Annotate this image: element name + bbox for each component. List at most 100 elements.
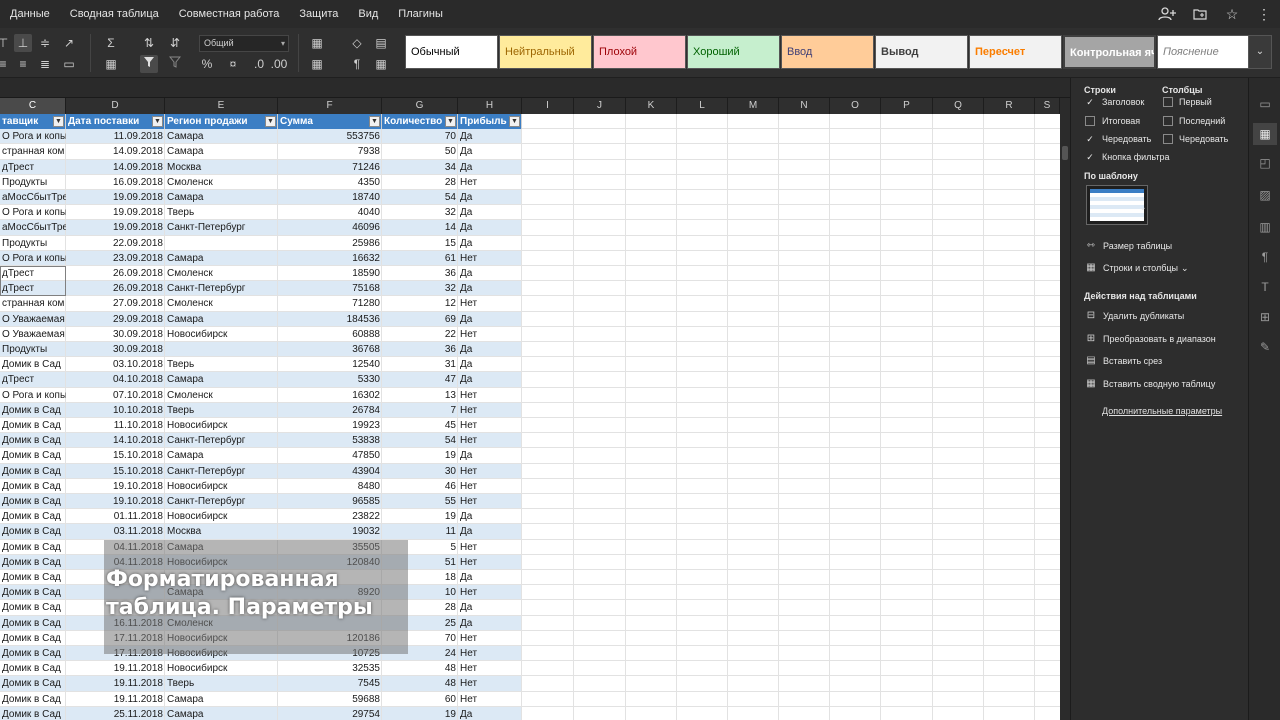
table-cell[interactable]: 16632 — [278, 251, 382, 266]
filter-dropdown-icon[interactable]: ▼ — [445, 116, 456, 127]
table-cell[interactable]: Нет — [458, 175, 522, 190]
table-cell[interactable]: Смоленск — [165, 266, 278, 281]
increase-decimal-icon[interactable]: .00 — [270, 55, 288, 73]
table-cell[interactable]: Домик в Сад — [0, 540, 66, 555]
merge-cells-icon[interactable]: ▭ — [60, 55, 78, 73]
table-cell[interactable]: Да — [458, 205, 522, 220]
table-cell[interactable]: 69 — [382, 312, 458, 327]
filter-dropdown-icon[interactable]: ▼ — [152, 116, 163, 127]
table-cell[interactable]: 53838 — [278, 433, 382, 448]
vertical-scrollbar[interactable] — [1060, 98, 1070, 720]
style-neutral[interactable]: Нейтральный — [499, 35, 592, 69]
table-cell[interactable]: 46096 — [278, 220, 382, 235]
align-bottom-icon[interactable]: ⊥ — [14, 34, 32, 52]
filter-dropdown-icon[interactable]: ▼ — [509, 116, 520, 127]
table-cell[interactable]: 19.09.2018 — [66, 190, 165, 205]
align-right-icon[interactable]: ≡ — [14, 55, 32, 73]
table-cell[interactable]: Самара — [165, 129, 278, 144]
table-cell[interactable]: 50 — [382, 144, 458, 159]
table-cell[interactable]: 31 — [382, 357, 458, 372]
table-cell[interactable]: Да — [458, 524, 522, 539]
insert-pivot-button[interactable]: Вставить сводную таблицу — [1103, 379, 1215, 389]
table-cell[interactable]: 5330 — [278, 372, 382, 387]
format-as-table-icon[interactable]: ▦ — [372, 55, 390, 73]
style-output[interactable]: Вывод — [875, 35, 968, 69]
star-icon[interactable]: ☆ — [1216, 0, 1248, 28]
table-cell[interactable]: 36768 — [278, 342, 382, 357]
table-cell[interactable]: Санкт-Петербург — [165, 494, 278, 509]
table-cell[interactable]: Да — [458, 190, 522, 205]
percent-icon[interactable]: % — [198, 55, 216, 73]
table-cell[interactable]: 4040 — [278, 205, 382, 220]
column-header-r[interactable]: R — [984, 98, 1035, 114]
table-cell[interactable]: 25.11.2018 — [66, 707, 165, 720]
table-settings-icon[interactable]: ▦ — [1253, 123, 1277, 145]
table-cell[interactable]: 184536 — [278, 312, 382, 327]
table-cell[interactable]: 14 — [382, 220, 458, 235]
style-calculation[interactable]: Пересчет — [969, 35, 1062, 69]
filter-icon[interactable] — [140, 55, 158, 73]
formula-bar[interactable] — [0, 78, 1070, 98]
table-cell[interactable]: О Рога и копы — [0, 205, 66, 220]
table-cell[interactable]: Да — [458, 281, 522, 296]
table-cell[interactable]: 8480 — [278, 479, 382, 494]
table-cell[interactable]: 13 — [382, 388, 458, 403]
table-cell[interactable]: Домик в Сад — [0, 676, 66, 691]
column-header-p[interactable]: P — [881, 98, 933, 114]
table-cell[interactable]: 18590 — [278, 266, 382, 281]
column-header-d[interactable]: D — [66, 98, 165, 114]
template-chevron-icon[interactable]: ⌄ — [1139, 202, 1147, 213]
decrease-decimal-icon[interactable]: .0 — [250, 55, 268, 73]
menu-view[interactable]: Вид — [348, 0, 388, 28]
table-cell[interactable]: 15 — [382, 236, 458, 251]
cell-settings-icon[interactable]: ▭ — [1257, 96, 1273, 112]
table-cell[interactable]: Домик в Сад — [0, 600, 66, 615]
column-header-k[interactable]: K — [626, 98, 677, 114]
table-cell[interactable]: дТрест — [0, 372, 66, 387]
table-cell[interactable]: Нет — [458, 251, 522, 266]
column-header-q[interactable]: Q — [933, 98, 984, 114]
sort-ascending-icon[interactable]: ⇅ — [140, 34, 158, 52]
table-cell[interactable]: 28 — [382, 175, 458, 190]
table-cell[interactable]: 15.10.2018 — [66, 448, 165, 463]
table-cell[interactable]: 11.10.2018 — [66, 418, 165, 433]
table-cell[interactable]: Домик в Сад — [0, 509, 66, 524]
table-cell[interactable]: Новосибирск — [165, 479, 278, 494]
table-cell[interactable]: Нет — [458, 692, 522, 707]
style-check-cell[interactable]: Контрольная яче — [1063, 35, 1156, 69]
table-cell[interactable]: Продукты — [0, 236, 66, 251]
table-cell[interactable]: 16302 — [278, 388, 382, 403]
table-cell[interactable]: 30.09.2018 — [66, 342, 165, 357]
table-cell[interactable]: Домик в Сад — [0, 646, 66, 661]
table-cell[interactable]: Да — [458, 570, 522, 585]
table-cell[interactable]: Смоленск — [165, 296, 278, 311]
table-cell[interactable]: 71280 — [278, 296, 382, 311]
filter-dropdown-icon[interactable]: ▼ — [53, 116, 64, 127]
column-header-i[interactable]: I — [522, 98, 574, 114]
more-icon[interactable]: ⋮ — [1248, 0, 1280, 28]
table-cell[interactable]: Домик в Сад — [0, 585, 66, 600]
table-cell[interactable]: странная ком — [0, 296, 66, 311]
table-cell[interactable]: 19.11.2018 — [66, 692, 165, 707]
table-cell[interactable]: 16.09.2018 — [66, 175, 165, 190]
table-cell[interactable]: 7545 — [278, 676, 382, 691]
table-cell[interactable]: Тверь — [165, 357, 278, 372]
table-cell[interactable]: Продукты — [0, 175, 66, 190]
table-cell[interactable]: Нет — [458, 296, 522, 311]
table-size-button[interactable]: Размер таблицы — [1103, 241, 1172, 251]
table-cell[interactable]: 12 — [382, 296, 458, 311]
scrollbar-thumb[interactable] — [1062, 146, 1068, 160]
table-header-cell[interactable]: тавщик ▼ — [0, 114, 66, 129]
table-cell[interactable]: Домик в Сад — [0, 403, 66, 418]
table-cell[interactable]: Нет — [458, 676, 522, 691]
style-explanatory[interactable]: Пояснение — [1157, 35, 1250, 69]
table-cell[interactable]: 54 — [382, 190, 458, 205]
table-cell[interactable]: 29754 — [278, 707, 382, 720]
table-cell[interactable]: Самара — [165, 251, 278, 266]
table-cell[interactable]: дТрест — [0, 160, 66, 175]
table-cell[interactable]: Нет — [458, 585, 522, 600]
style-input[interactable]: Ввод — [781, 35, 874, 69]
table-cell[interactable]: Да — [458, 372, 522, 387]
style-normal[interactable]: Обычный — [405, 35, 498, 69]
table-cell[interactable]: Домик в Сад — [0, 479, 66, 494]
